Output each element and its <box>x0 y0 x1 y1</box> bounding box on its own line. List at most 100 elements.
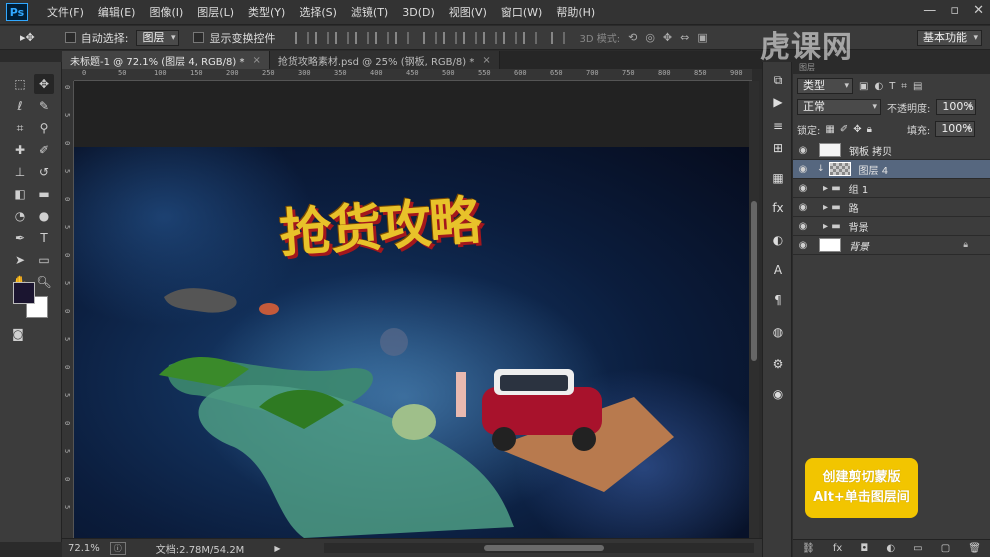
auto-select-option[interactable]: 自动选择: <box>64 30 128 46</box>
eraser-tool-icon[interactable]: ◧ <box>10 184 30 204</box>
history-panel-icon[interactable]: ⧉ <box>770 72 786 88</box>
brush-presets-panel-icon[interactable]: ⚙ <box>770 356 786 372</box>
zoom-tool-icon[interactable]: 🔍︎ <box>34 272 54 292</box>
quick-mask-icon[interactable]: ◙ <box>8 324 28 344</box>
menu-help[interactable]: 帮助(H) <box>549 4 602 20</box>
lasso-tool-icon[interactable]: ℓ <box>10 96 30 116</box>
lock-transparency-icon[interactable]: ▦ <box>825 124 834 135</box>
align-hcenter-icon[interactable] <box>375 31 390 44</box>
status-info-icon[interactable]: ⓘ <box>109 541 126 555</box>
opacity-input[interactable]: 100% <box>936 99 977 115</box>
distribute-vcenter-icon[interactable] <box>443 31 458 44</box>
3d-slide-icon[interactable]: ⇔ <box>680 31 689 44</box>
actions-panel-icon[interactable]: ▶ <box>770 94 786 110</box>
filter-adjust-icon[interactable]: ◐ <box>874 81 883 92</box>
gradient-tool-icon[interactable]: ▬ <box>34 184 54 204</box>
type-tool-icon[interactable]: T <box>34 228 54 248</box>
fill-input[interactable]: 100% <box>935 121 976 137</box>
auto-align-icon[interactable] <box>551 31 566 44</box>
color-panel-icon[interactable]: ◐ <box>770 232 786 248</box>
paragraph-panel-icon[interactable]: ¶ <box>770 292 786 308</box>
layer-row-steel-copy[interactable]: ◉ 钢板 拷贝 <box>793 141 990 160</box>
group-expand-icon[interactable]: ▸ ▬ <box>823 183 841 194</box>
workspace-dropdown[interactable]: 基本功能 <box>917 30 982 46</box>
move-tool-icon[interactable]: ✥ <box>34 74 54 94</box>
align-left-icon[interactable] <box>355 31 370 44</box>
rectangle-tool-icon[interactable]: ▭ <box>34 250 54 270</box>
distribute-right-icon[interactable] <box>523 31 538 44</box>
distribute-hcenter-icon[interactable] <box>503 31 518 44</box>
align-bottom-icon[interactable] <box>335 31 350 44</box>
lock-paint-icon[interactable]: ✐ <box>840 124 848 135</box>
horizontal-scrollbar[interactable] <box>324 543 754 553</box>
menu-type[interactable]: 类型(Y) <box>241 4 292 20</box>
distribute-left-icon[interactable] <box>483 31 498 44</box>
foreground-color-swatch[interactable] <box>13 282 35 304</box>
auto-select-checkbox[interactable] <box>64 32 76 43</box>
menu-3d[interactable]: 3D(D) <box>395 6 442 19</box>
visibility-eye-icon[interactable]: ◉ <box>793 145 813 156</box>
delete-layer-icon[interactable]: 🗑 <box>968 543 981 554</box>
path-select-icon[interactable]: ➤ <box>10 250 30 270</box>
history-brush-icon[interactable]: ↺ <box>34 162 54 182</box>
menu-image[interactable]: 图像(I) <box>142 4 190 20</box>
3d-pan-icon[interactable]: ✥ <box>663 31 672 44</box>
link-layers-icon[interactable]: ⛓ <box>802 543 815 554</box>
close-button[interactable]: ✕ <box>973 3 984 18</box>
zoom-level[interactable]: 72.1% <box>68 543 100 554</box>
dodge-tool-icon[interactable]: ● <box>34 206 54 226</box>
menu-view[interactable]: 视图(V) <box>442 4 494 20</box>
3d-panel-icon[interactable]: ◍ <box>770 324 786 340</box>
menu-window[interactable]: 窗口(W) <box>494 4 549 20</box>
layer-row-road[interactable]: ◉ ▸ ▬ 路 <box>793 198 990 217</box>
distribute-bottom-icon[interactable] <box>463 31 478 44</box>
auto-select-dropdown[interactable]: 图层 <box>136 29 180 46</box>
status-menu-arrow-icon[interactable]: ▶ <box>274 544 280 553</box>
new-layer-icon[interactable]: ▢ <box>941 543 950 554</box>
swatches-panel-icon[interactable]: ◉ <box>770 386 786 402</box>
artwork-canvas[interactable]: 抢货攻略 <box>74 147 749 538</box>
eyedropper-tool-icon[interactable]: ⚲ <box>34 118 54 138</box>
distribute-top-icon[interactable] <box>423 31 438 44</box>
align-top-icon[interactable] <box>295 31 310 44</box>
layer-style-icon[interactable]: fx <box>833 543 842 554</box>
marquee-tool-icon[interactable]: ⬚ <box>10 74 30 94</box>
layer-row-group-1[interactable]: ◉ ▸ ▬ 组 1 <box>793 179 990 198</box>
layer-row-background[interactable]: ◉ 背景 🔒︎ <box>793 236 990 255</box>
blur-tool-icon[interactable]: ◔ <box>10 206 30 226</box>
new-group-icon[interactable]: ▭ <box>913 543 922 554</box>
visibility-eye-icon[interactable]: ◉ <box>793 164 813 175</box>
visibility-eye-icon[interactable]: ◉ <box>793 240 813 251</box>
layer-row-background-group[interactable]: ◉ ▸ ▬ 背景 <box>793 217 990 236</box>
vertical-scroll-thumb[interactable] <box>751 201 757 361</box>
crop-tool-icon[interactable]: ⌗ <box>10 118 30 138</box>
show-transform-checkbox[interactable] <box>193 32 205 43</box>
group-expand-icon[interactable]: ▸ ▬ <box>823 202 841 213</box>
properties-panel-icon[interactable]: ⊞ <box>770 140 786 156</box>
canvas-area[interactable]: 抢货攻略 <box>74 81 749 538</box>
character-panel-icon[interactable]: A <box>770 262 786 278</box>
visibility-eye-icon[interactable]: ◉ <box>793 202 813 213</box>
show-transform-option[interactable]: 显示变换控件 <box>193 30 275 46</box>
lock-all-icon[interactable]: 🔒︎ <box>867 124 872 135</box>
layer-row-layer-4[interactable]: ◉ ↓ 图层 4 <box>793 160 990 179</box>
filter-smart-icon[interactable]: ▤ <box>913 81 922 92</box>
3d-roll-icon[interactable]: ◎ <box>645 31 655 44</box>
filter-shape-icon[interactable]: ⌗ <box>901 81 907 92</box>
group-expand-icon[interactable]: ▸ ▬ <box>823 221 841 232</box>
blend-mode-dropdown[interactable]: 正常 <box>797 99 881 115</box>
align-vcenter-icon[interactable] <box>315 31 330 44</box>
tab-close-icon[interactable]: × <box>482 55 490 66</box>
lock-position-icon[interactable]: ✥ <box>853 124 861 135</box>
tab-close-icon[interactable]: × <box>252 55 260 66</box>
filter-type-icon[interactable]: T <box>889 81 895 92</box>
menu-filter[interactable]: 滤镜(T) <box>344 4 395 20</box>
move-tool-icon[interactable]: ▸✥ <box>20 31 35 44</box>
minimize-button[interactable]: — <box>923 3 936 18</box>
menu-edit[interactable]: 编辑(E) <box>91 4 143 20</box>
align-right-icon[interactable] <box>395 31 410 44</box>
3d-scale-icon[interactable]: ▣ <box>697 31 707 44</box>
restore-button[interactable]: ▫ <box>950 3 959 18</box>
brush-tool-icon[interactable]: ✐ <box>34 140 54 160</box>
menu-select[interactable]: 选择(S) <box>292 4 344 20</box>
